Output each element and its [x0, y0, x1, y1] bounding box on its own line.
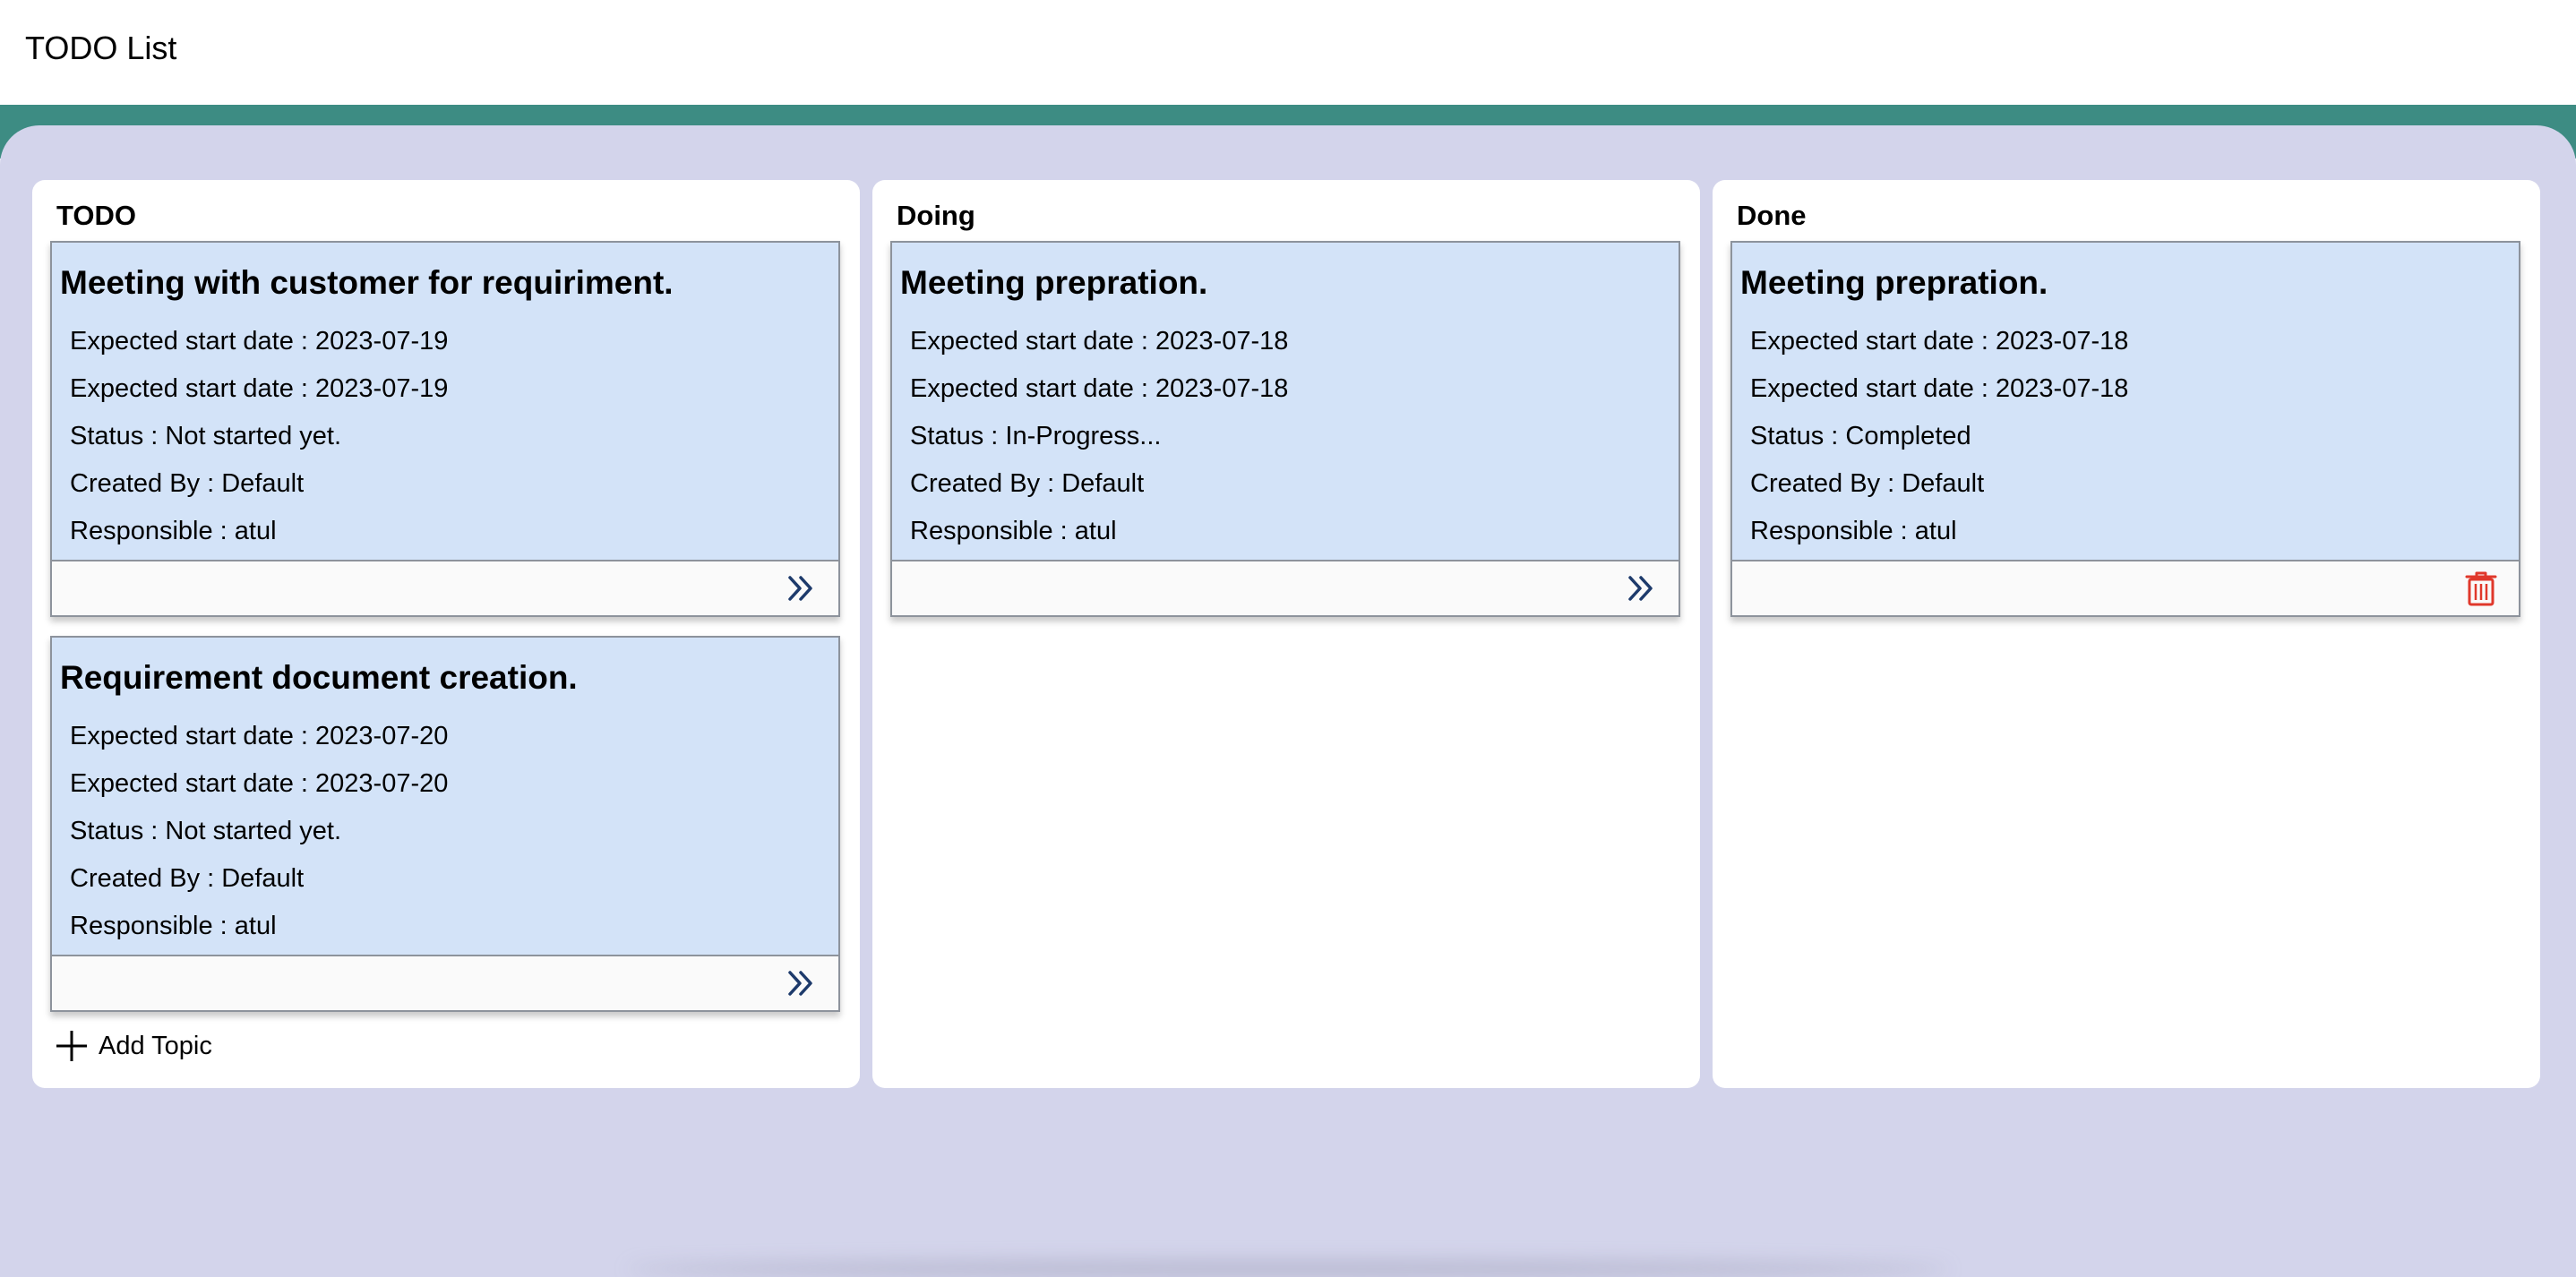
task-card[interactable]: Meeting prepration. Expected start date … [1730, 241, 2520, 617]
column-title: TODO [56, 200, 136, 231]
card-footer [1732, 560, 2519, 615]
card-created-by: Created By : Default [1750, 469, 1985, 498]
card-title: Meeting prepration. [1740, 264, 2048, 301]
task-card[interactable]: Requirement document creation. Expected … [50, 636, 840, 1012]
expected-start-date: Expected start date : 2023-07-18 [1750, 374, 2129, 403]
expected-start-date: Expected start date : 2023-07-18 [910, 327, 1289, 356]
column-done: Done Meeting prepration. Expected start … [1713, 180, 2540, 1088]
card-footer [52, 955, 838, 1010]
card-created-by: Created By : Default [70, 469, 305, 498]
task-card[interactable]: Meeting prepration. Expected start date … [890, 241, 1680, 617]
column-todo: TODO Meeting with customer for requirime… [32, 180, 860, 1088]
card-title: Meeting with customer for requiriment. [60, 264, 674, 301]
add-topic-label: Add Topic [99, 1032, 212, 1060]
card-status: Status : Not started yet. [70, 422, 342, 450]
task-card[interactable]: Meeting with customer for requiriment. E… [50, 241, 840, 617]
expected-start-date: Expected start date : 2023-07-18 [1750, 327, 2129, 356]
double-chevron-right-icon[interactable] [781, 569, 820, 608]
card-footer [892, 560, 1679, 615]
card-responsible: Responsible : atul [70, 517, 277, 545]
column-title: Done [1737, 200, 1807, 231]
card-title: Meeting prepration. [900, 264, 1208, 301]
bottom-shadow [627, 1261, 1949, 1277]
app-header: TODO List [0, 0, 2576, 105]
card-responsible: Responsible : atul [70, 912, 277, 940]
card-footer [52, 560, 838, 615]
expected-start-date: Expected start date : 2023-07-20 [70, 769, 449, 798]
expected-start-date: Expected start date : 2023-07-20 [70, 722, 449, 750]
expected-start-date: Expected start date : 2023-07-19 [70, 374, 449, 403]
double-chevron-right-icon[interactable] [781, 964, 820, 1003]
card-status: Status : Not started yet. [70, 817, 342, 845]
plus-icon [56, 1031, 87, 1061]
column-doing: Doing Meeting prepration. Expected start… [872, 180, 1700, 1088]
add-topic-button[interactable]: Add Topic [54, 1028, 212, 1064]
card-status: Status : Completed [1750, 422, 1971, 450]
card-title: Requirement document creation. [60, 659, 578, 696]
expected-start-date: Expected start date : 2023-07-19 [70, 327, 449, 356]
card-responsible: Responsible : atul [910, 517, 1117, 545]
trash-icon[interactable] [2461, 569, 2501, 608]
card-created-by: Created By : Default [70, 864, 305, 893]
card-created-by: Created By : Default [910, 469, 1145, 498]
column-title: Doing [897, 200, 975, 231]
expected-start-date: Expected start date : 2023-07-18 [910, 374, 1289, 403]
double-chevron-right-icon[interactable] [1621, 569, 1661, 608]
app-title: TODO List [25, 30, 177, 66]
card-responsible: Responsible : atul [1750, 517, 1957, 545]
card-status: Status : In-Progress... [910, 422, 1162, 450]
